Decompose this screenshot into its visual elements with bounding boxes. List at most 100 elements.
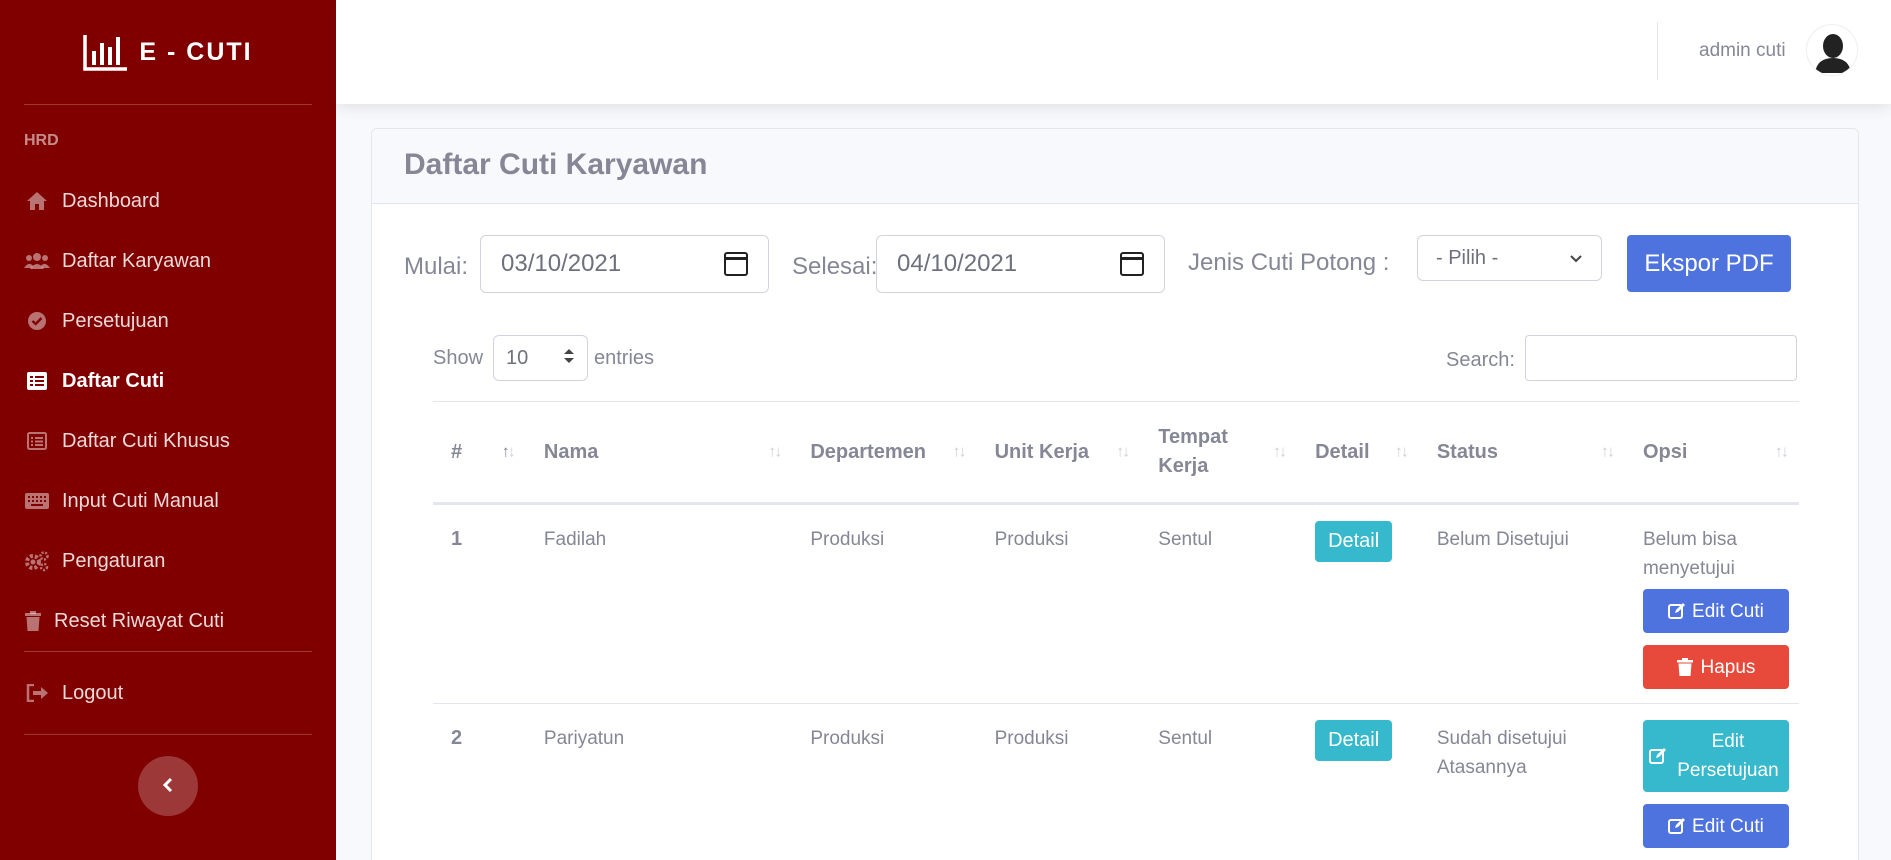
brand-name: E - CUTI xyxy=(139,37,253,66)
cell-tempat-kerja: Sentul xyxy=(1140,503,1298,704)
chevron-left-icon xyxy=(162,773,174,799)
end-date-input[interactable]: 04/10/2021 xyxy=(876,235,1165,293)
card-header: Daftar Cuti Karyawan xyxy=(372,129,1858,204)
sort-icon: ↑↓ xyxy=(768,443,782,461)
cogs-icon xyxy=(24,550,50,572)
sidebar-item-daftar-karyawan[interactable]: Daftar Karyawan xyxy=(0,231,336,291)
start-date-input[interactable]: 03/10/2021 xyxy=(480,235,769,293)
detail-button[interactable]: Detail xyxy=(1315,720,1393,761)
trash-icon xyxy=(24,610,42,632)
cell-departemen: Produksi xyxy=(792,703,977,860)
detail-button[interactable]: Detail xyxy=(1315,521,1393,562)
entries-length-select[interactable]: 10 xyxy=(493,335,588,381)
column-label: Unit Kerja xyxy=(994,440,1090,463)
leave-type-label: Jenis Cuti Potong : xyxy=(1188,249,1390,276)
sort-icon: ↑↓ xyxy=(501,443,516,461)
edit-icon xyxy=(1648,748,1666,764)
sidebar-heading: HRD xyxy=(24,132,59,149)
sort-icon: ↑↓ xyxy=(1775,443,1789,461)
sidebar-item-dashboard[interactable]: Dashboard xyxy=(0,171,336,231)
user-name[interactable]: admin cuti xyxy=(1699,40,1786,62)
cell-opsi: Belum bisa menyetujui Edit Cuti Hapus xyxy=(1624,503,1799,704)
column-header-no[interactable]: # ↑↓ xyxy=(433,401,526,505)
sidebar-item-label: Input Cuti Manual xyxy=(62,489,219,512)
search-input[interactable] xyxy=(1525,335,1797,381)
sidebar-item-pengaturan[interactable]: Pengaturan xyxy=(0,531,336,591)
column-header-departemen[interactable]: Departemen ↑↓ xyxy=(792,401,977,505)
users-icon xyxy=(24,250,50,272)
list-icon xyxy=(24,370,50,392)
chart-bar-icon xyxy=(83,33,129,71)
column-label: Status xyxy=(1436,440,1498,463)
column-header-status[interactable]: Status ↑↓ xyxy=(1418,401,1625,505)
table-row: 2 Pariyatun Produksi Produksi Sentul Det… xyxy=(433,703,1799,860)
leave-type-value: - Pilih - xyxy=(1436,246,1499,269)
edit-cuti-button[interactable]: Edit Cuti xyxy=(1642,589,1789,633)
sidebar-brand[interactable]: E - CUTI xyxy=(0,0,336,104)
home-icon xyxy=(24,190,50,212)
list-alt-icon xyxy=(24,430,50,452)
cell-detail: Detail xyxy=(1297,703,1419,860)
column-header-detail[interactable]: Detail ↑↓ xyxy=(1297,401,1419,505)
hapus-button[interactable]: Hapus xyxy=(1642,645,1789,689)
sidebar-item-label: Pengaturan xyxy=(62,549,166,572)
sidebar-item-logout[interactable]: Logout xyxy=(0,652,336,734)
sidebar-toggle-button[interactable] xyxy=(138,756,198,816)
sidebar-item-reset-riwayat-cuti[interactable]: Reset Riwayat Cuti xyxy=(0,591,336,651)
sort-icon: ↑↓ xyxy=(952,443,967,461)
column-label: Departemen xyxy=(810,440,926,463)
sidebar-item-label: Reset Riwayat Cuti xyxy=(54,609,225,632)
column-label: Tempat Kerja xyxy=(1158,426,1228,477)
chevron-down-icon xyxy=(1569,247,1583,270)
cell-nama: Fadilah xyxy=(525,503,793,704)
cell-tempat-kerja: Sentul xyxy=(1140,703,1298,860)
hapus-label: Hapus xyxy=(1700,656,1756,678)
check-circle-icon xyxy=(24,310,50,332)
cell-departemen: Produksi xyxy=(792,503,977,704)
export-pdf-button[interactable]: Ekspor PDF xyxy=(1627,235,1791,292)
calendar-icon[interactable] xyxy=(1120,252,1144,276)
cell-status: Belum Disetujui xyxy=(1418,503,1625,704)
leave-type-select[interactable]: - Pilih - xyxy=(1417,235,1602,281)
sidebar-item-input-cuti-manual[interactable]: Input Cuti Manual xyxy=(0,471,336,531)
user-silhouette-icon xyxy=(1808,26,1857,75)
sidebar-item-label: Daftar Karyawan xyxy=(62,249,211,272)
sidebar-divider xyxy=(24,734,312,735)
start-date-label: Mulai: xyxy=(404,253,469,280)
edit-persetujuan-button[interactable]: Edit Persetujuan xyxy=(1642,720,1789,792)
avatar[interactable] xyxy=(1806,24,1858,76)
leave-table: # ↑↓ Nama ↑↓ Departemen ↑↓ Unit Kerja ↑↓ Tem… xyxy=(433,401,1799,860)
column-header-unit-kerja[interactable]: Unit Kerja ↑↓ xyxy=(976,401,1141,505)
search-label: Search: xyxy=(1446,349,1515,371)
edit-cuti-label: Edit Cuti xyxy=(1692,815,1764,837)
show-label: Show xyxy=(433,347,484,369)
opsi-note: Belum bisa menyetujui xyxy=(1642,529,1737,579)
topbar: admin cuti xyxy=(336,0,1891,104)
sort-updown-icon xyxy=(563,347,575,370)
edit-cuti-button[interactable]: Edit Cuti xyxy=(1642,804,1789,848)
keyboard-icon xyxy=(24,490,50,512)
cell-no: 2 xyxy=(433,703,526,860)
filter-bar: Mulai: 03/10/2021 Selesai: 04/10/2021 Je… xyxy=(404,235,1824,293)
sidebar-item-daftar-cuti[interactable]: Daftar Cuti xyxy=(0,351,336,411)
end-date-value: 04/10/2021 xyxy=(897,250,1018,277)
table-row: 1 Fadilah Produksi Produksi Sentul Detai… xyxy=(433,503,1799,704)
cell-no: 1 xyxy=(433,503,526,704)
column-label: Nama xyxy=(543,440,599,463)
sidebar-item-label: Daftar Cuti Khusus xyxy=(62,429,230,452)
entries-length-value: 10 xyxy=(506,346,529,369)
sidebar-item-persetujuan[interactable]: Persetujuan xyxy=(0,291,336,351)
sidebar-item-daftar-cuti-khusus[interactable]: Daftar Cuti Khusus xyxy=(0,411,336,471)
column-header-nama[interactable]: Nama ↑↓ xyxy=(525,401,793,505)
sidebar-item-label: Dashboard xyxy=(62,189,160,212)
cell-unit-kerja: Produksi xyxy=(976,503,1141,704)
sidebar-item-label: Persetujuan xyxy=(62,309,169,332)
column-header-opsi[interactable]: Opsi ↑↓ xyxy=(1624,401,1799,505)
page-title: Daftar Cuti Karyawan xyxy=(404,148,708,181)
sidebar-item-label: Daftar Cuti xyxy=(62,369,165,392)
column-label: Detail xyxy=(1315,440,1370,463)
sign-out-icon xyxy=(24,682,50,704)
calendar-icon[interactable] xyxy=(724,252,748,276)
sort-icon: ↑↓ xyxy=(1600,443,1615,461)
column-header-tempat-kerja[interactable]: Tempat Kerja ↑↓ xyxy=(1140,401,1298,505)
